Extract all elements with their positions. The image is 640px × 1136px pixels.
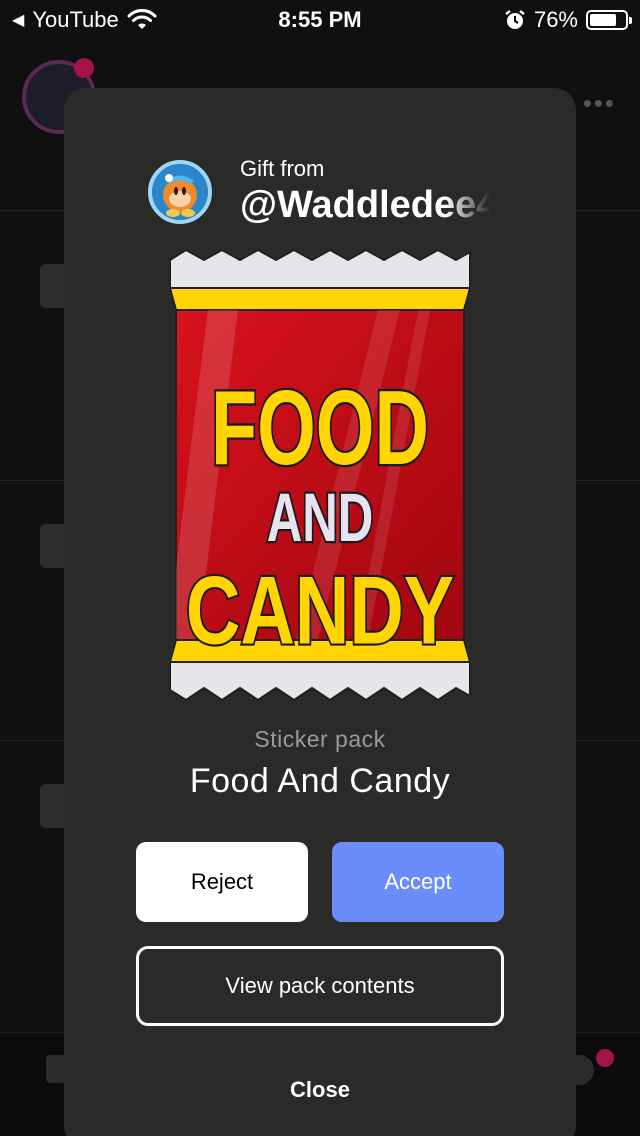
pack-art-line-2: AND <box>267 479 374 556</box>
waddle-dee-icon <box>152 164 208 220</box>
notification-dot <box>596 1049 614 1067</box>
screen: ••• ◀ YouTube 8:55 PM 76% Gift from @Wad… <box>0 0 640 1136</box>
gift-modal: Gift from @Waddledee4 FOOD AND CANDY Sti… <box>64 88 576 1136</box>
pack-type-label: Sticker pack <box>254 726 386 752</box>
pack-art-line-1: FOOD <box>211 370 429 487</box>
status-left: ◀ YouTube <box>12 7 157 33</box>
status-bar: ◀ YouTube 8:55 PM 76% <box>0 0 640 40</box>
notification-dot <box>74 58 94 78</box>
status-right: 76% <box>504 7 632 33</box>
sender-avatar[interactable] <box>148 160 212 224</box>
pack-name: Food And Candy <box>189 762 451 800</box>
battery-percent: 76% <box>533 7 578 32</box>
gift-from-label: Gift from <box>240 156 325 181</box>
view-pack-contents-button[interactable]: View pack contents <box>136 946 504 1026</box>
sender-name[interactable]: @Waddledee4 <box>240 184 490 227</box>
back-arrow-icon[interactable]: ◀ <box>12 10 24 30</box>
alarm-icon <box>505 10 525 29</box>
reject-button[interactable]: Reject <box>136 842 308 922</box>
back-app-label[interactable]: YouTube <box>32 7 118 33</box>
battery-icon <box>586 10 632 30</box>
close-button[interactable]: Close <box>234 1070 406 1110</box>
more-icon: ••• <box>582 88 616 118</box>
pack-art-line-3: CANDY <box>186 558 454 665</box>
battery-fill <box>590 14 616 26</box>
sticker-pack-image: FOOD AND CANDY <box>168 248 472 702</box>
wifi-icon <box>127 9 157 29</box>
gift-header: Gift from @Waddledee4 <box>148 156 498 226</box>
accept-button[interactable]: Accept <box>332 842 504 922</box>
